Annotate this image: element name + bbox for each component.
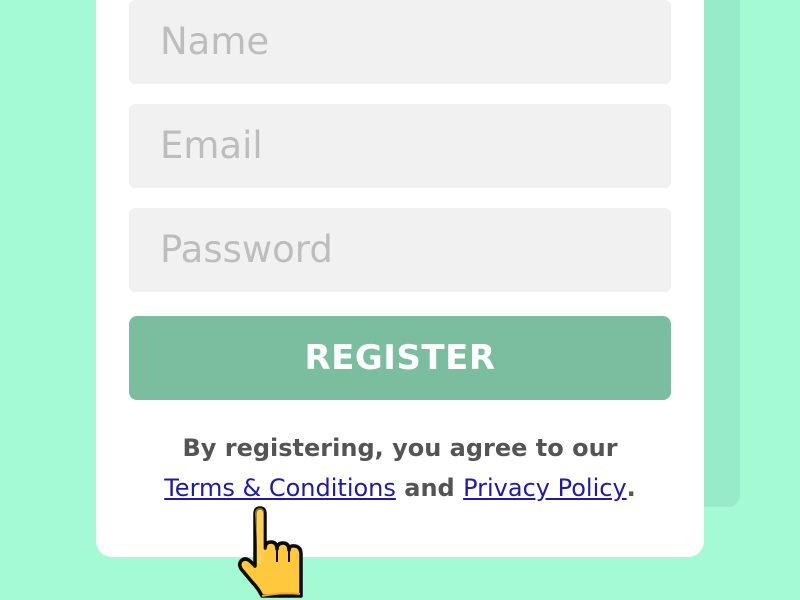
registration-card: REGISTER By registering, you agree to ou… [96, 0, 704, 557]
email-input[interactable] [129, 104, 671, 188]
agreement-suffix: . [626, 474, 636, 502]
pointing-hand-icon [237, 506, 303, 598]
agreement-text: By registering, you agree to our Terms &… [96, 428, 704, 508]
register-button[interactable]: REGISTER [129, 316, 671, 400]
name-input[interactable] [129, 0, 671, 84]
privacy-policy-link[interactable]: Privacy Policy [463, 474, 627, 502]
terms-link[interactable]: Terms & Conditions [164, 474, 396, 502]
agreement-prefix: By registering, you agree to our [182, 434, 618, 462]
password-input[interactable] [129, 208, 671, 292]
agreement-conjunction: and [404, 474, 455, 502]
agreement-links-line: Terms & Conditions and Privacy Policy. [96, 468, 704, 508]
